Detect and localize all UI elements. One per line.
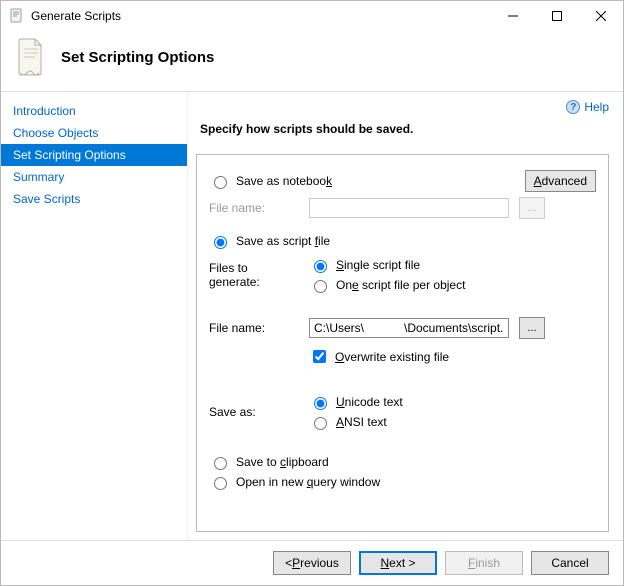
- wizard-footer: < Previous Next > Finish Cancel: [1, 540, 623, 585]
- titlebar: Generate Scripts: [1, 1, 623, 31]
- script-browse-button[interactable]: ...: [519, 317, 545, 339]
- sidebar-item-introduction[interactable]: Introduction: [1, 100, 187, 122]
- wizard-main: ? Help Specify how scripts should be sav…: [187, 92, 623, 540]
- help-link[interactable]: Help: [584, 100, 609, 114]
- sidebar-item-save-scripts[interactable]: Save Scripts: [1, 188, 187, 210]
- single-script-file-label: Single script file: [336, 258, 420, 272]
- ansi-text-radio[interactable]: [314, 417, 327, 430]
- instruction-text: Specify how scripts should be saved.: [200, 122, 609, 136]
- generate-scripts-window: Generate Scripts Set Scriptin: [0, 0, 624, 586]
- script-filename-input[interactable]: [309, 318, 509, 338]
- previous-button[interactable]: < Previous: [273, 551, 351, 575]
- wizard-header: Set Scripting Options: [1, 31, 623, 91]
- minimize-button[interactable]: [491, 1, 535, 31]
- window-title: Generate Scripts: [31, 9, 491, 23]
- save-as-notebook-radio[interactable]: [214, 176, 227, 189]
- save-as-encoding-label: Save as:: [209, 405, 299, 419]
- notebook-filename-input: [309, 198, 509, 218]
- page-title: Set Scripting Options: [61, 49, 214, 66]
- one-file-per-object-radio[interactable]: [314, 280, 327, 293]
- sidebar-item-label: Choose Objects: [13, 126, 98, 140]
- sidebar-item-label: Summary: [13, 170, 64, 184]
- options-panel: Save as notebook Advanced File name: ...…: [196, 154, 609, 532]
- ansi-text-label: ANSI text: [336, 415, 387, 429]
- sidebar-item-label: Set Scripting Options: [13, 148, 126, 162]
- sidebar-item-summary[interactable]: Summary: [1, 166, 187, 188]
- next-button[interactable]: Next >: [359, 551, 437, 575]
- single-script-file-radio[interactable]: [314, 260, 327, 273]
- notebook-browse-button: ...: [519, 197, 545, 219]
- script-filename-label: File name:: [209, 321, 299, 335]
- files-to-generate-label: Files to generate:: [209, 261, 299, 289]
- help-icon: ?: [566, 100, 580, 114]
- open-new-query-radio[interactable]: [214, 477, 227, 490]
- one-file-per-object-label: One script file per object: [336, 278, 465, 292]
- overwrite-existing-label: Overwrite existing file: [335, 350, 449, 364]
- wizard-sidebar: Introduction Choose Objects Set Scriptin…: [1, 92, 187, 540]
- cancel-button[interactable]: Cancel: [531, 551, 609, 575]
- overwrite-existing-checkbox[interactable]: [313, 350, 326, 363]
- unicode-text-label: Unicode text: [336, 395, 403, 409]
- save-as-script-file-label: Save as script file: [236, 234, 330, 248]
- sidebar-item-choose-objects[interactable]: Choose Objects: [1, 122, 187, 144]
- close-button[interactable]: [579, 1, 623, 31]
- notebook-filename-label: File name:: [209, 201, 299, 215]
- sidebar-item-label: Introduction: [13, 104, 76, 118]
- sidebar-item-set-scripting-options[interactable]: Set Scripting Options: [1, 144, 187, 166]
- save-as-script-file-radio[interactable]: [214, 236, 227, 249]
- unicode-text-radio[interactable]: [314, 397, 327, 410]
- save-to-clipboard-label: Save to clipboard: [236, 455, 329, 469]
- save-as-notebook-label: Save as notebook: [236, 174, 332, 188]
- wizard-body: Introduction Choose Objects Set Scriptin…: [1, 91, 623, 540]
- window-buttons: [491, 1, 623, 31]
- app-icon: [9, 8, 25, 24]
- open-new-query-label: Open in new query window: [236, 475, 380, 489]
- script-page-icon: [15, 37, 47, 77]
- maximize-button[interactable]: [535, 1, 579, 31]
- advanced-button[interactable]: Advanced: [525, 170, 596, 192]
- save-to-clipboard-radio[interactable]: [214, 457, 227, 470]
- finish-button: Finish: [445, 551, 523, 575]
- help-row: ? Help: [196, 100, 609, 114]
- sidebar-item-label: Save Scripts: [13, 192, 80, 206]
